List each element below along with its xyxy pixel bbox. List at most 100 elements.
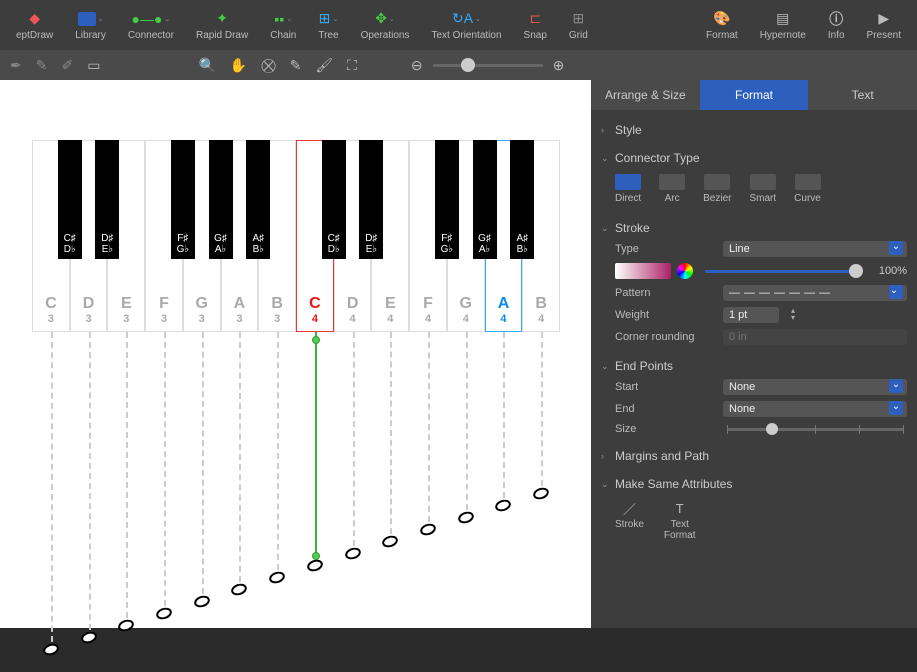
- stroke-type-select[interactable]: Line: [723, 241, 907, 257]
- section-margins-path[interactable]: ›Margins and Path: [601, 446, 907, 466]
- tab-arrange-size[interactable]: Arrange & Size: [591, 80, 700, 110]
- toolbar-snap[interactable]: ⊏Snap: [514, 6, 557, 45]
- connector-line: [428, 332, 430, 522]
- toolbar-connector[interactable]: ●—●⌄Connector: [118, 6, 184, 45]
- connector-line: [277, 332, 279, 570]
- corner-rounding-label: Corner rounding: [615, 331, 715, 343]
- toolbar-hypernote[interactable]: ▤Hypernote: [750, 6, 816, 45]
- black-key: C♯D♭: [322, 140, 346, 259]
- note-head: [192, 594, 211, 609]
- pen-tool2-icon[interactable]: ✎: [36, 57, 48, 74]
- tab-text[interactable]: Text: [808, 80, 917, 110]
- connector-line: [51, 332, 53, 642]
- selected-connector[interactable]: [315, 332, 317, 558]
- black-key: G♯A♭: [209, 140, 233, 259]
- toolbar-tree[interactable]: ⊞⌄Tree: [308, 6, 348, 45]
- panel-tabs: Arrange & Size Format Text: [591, 80, 917, 110]
- endpoint-start-label: Start: [615, 381, 715, 393]
- note-head: [381, 534, 400, 549]
- connector-type-curve[interactable]: Curve: [794, 174, 821, 204]
- pen-tool3-icon[interactable]: ✐: [61, 57, 73, 74]
- toolbar-chain[interactable]: ▪▪⌄Chain: [260, 6, 306, 45]
- stroke-pattern-label: Pattern: [615, 287, 715, 299]
- stroke-weight-input[interactable]: 1 pt▴▾: [723, 307, 779, 323]
- msa-text-format-button[interactable]: TText Format: [664, 500, 696, 541]
- stroke-type-label: Type: [615, 243, 715, 255]
- endpoint-size-slider[interactable]: [727, 428, 903, 431]
- piano-keyboard: C3D3E3F3G3A3B3C4D4E4F4G4A4B4 C♯D♭D♯E♭F♯G…: [32, 140, 560, 332]
- note-head: [306, 558, 325, 573]
- section-connector-type[interactable]: ⌄Connector Type: [601, 148, 907, 168]
- black-key: D♯E♭: [359, 140, 383, 259]
- note-head: [117, 618, 136, 633]
- stamp-icon[interactable]: ⛒: [261, 57, 275, 74]
- connector-type-direct[interactable]: Direct: [615, 174, 641, 204]
- main-toolbar: ◆eptDraw ⌄Library ●—●⌄Connector ✦Rapid D…: [0, 0, 917, 50]
- stroke-color-swatch[interactable]: [615, 263, 671, 279]
- color-wheel-icon[interactable]: [677, 263, 693, 279]
- toolbar-library[interactable]: ⌄Library: [65, 6, 116, 45]
- black-key: D♯E♭: [95, 140, 119, 259]
- canvas-area[interactable]: C3D3E3F3G3A3B3C4D4E4F4G4A4B4 C♯D♭D♯E♭F♯G…: [0, 80, 591, 628]
- endpoint-end-select[interactable]: None: [723, 401, 907, 417]
- text-format-icon: T: [670, 500, 690, 516]
- connector-type-smart[interactable]: Smart: [749, 174, 776, 204]
- black-key: A♯B♭: [246, 140, 270, 259]
- connector-line: [466, 332, 468, 510]
- crop-icon[interactable]: ⛶: [347, 57, 357, 74]
- note-head: [42, 642, 61, 657]
- eyedropper-icon[interactable]: ✎: [290, 57, 302, 74]
- toolbar-present[interactable]: ▶Present: [857, 6, 911, 45]
- toolbar-operations[interactable]: ✥⌄Operations: [351, 6, 420, 45]
- tab-format[interactable]: Format: [700, 80, 809, 110]
- toolbar-info[interactable]: ⓘInfo: [818, 6, 855, 45]
- note-head: [456, 510, 475, 525]
- connector-line: [503, 332, 505, 498]
- black-key: A♯B♭: [510, 140, 534, 259]
- handle-top[interactable]: [312, 336, 320, 344]
- section-style[interactable]: ›Style: [601, 120, 907, 140]
- zoom-out-icon[interactable]: ⊖: [411, 57, 423, 74]
- section-make-same-attributes[interactable]: ⌄Make Same Attributes: [601, 474, 907, 494]
- search-icon[interactable]: 🔍: [198, 57, 215, 74]
- zoom-in-icon[interactable]: ⊕: [553, 57, 565, 74]
- note-head: [230, 582, 249, 597]
- endpoint-start-select[interactable]: None: [723, 379, 907, 395]
- connector-type-arc[interactable]: Arc: [659, 174, 685, 204]
- pen-tool-icon[interactable]: ✒: [10, 57, 22, 74]
- toolbar-format[interactable]: 🎨Format: [696, 6, 748, 45]
- note-head: [494, 498, 513, 513]
- note-head: [155, 606, 174, 621]
- connector-type-bezier[interactable]: Bezier: [703, 174, 731, 204]
- black-key: G♯A♭: [473, 140, 497, 259]
- toolbar-grid[interactable]: ⊞Grid: [559, 6, 598, 45]
- zoom-slider[interactable]: [433, 64, 543, 67]
- section-stroke[interactable]: ⌄Stroke: [601, 218, 907, 238]
- corner-rounding-input[interactable]: 0 in: [723, 329, 907, 345]
- connector-line: [89, 332, 91, 630]
- msa-stroke-button[interactable]: ／Stroke: [615, 500, 644, 541]
- note-drop-lines: [32, 332, 560, 672]
- stroke-opacity-slider[interactable]: [705, 270, 857, 273]
- stroke-weight-label: Weight: [615, 309, 715, 321]
- endpoint-size-label: Size: [615, 423, 715, 435]
- stroke-pattern-select[interactable]: ———————: [723, 285, 907, 301]
- connector-line: [126, 332, 128, 618]
- note-head: [343, 546, 362, 561]
- hand-icon[interactable]: ✋: [230, 57, 247, 74]
- note-head: [419, 522, 438, 537]
- brush-icon[interactable]: 🖌: [315, 57, 333, 74]
- connector-line: [390, 332, 392, 534]
- toolbar-conceptdraw[interactable]: ◆eptDraw: [6, 6, 63, 45]
- tool-subbar: ✒ ✎ ✐ ▭ 🔍 ✋ ⛒ ✎ 🖌 ⛶ ⊖ ⊕: [0, 50, 917, 80]
- toolbar-rapid-draw[interactable]: ✦Rapid Draw: [186, 6, 258, 45]
- black-key: C♯D♭: [58, 140, 82, 259]
- section-end-points[interactable]: ⌄End Points: [601, 356, 907, 376]
- stroke-opacity-value: 100%: [869, 265, 907, 277]
- connector-line: [164, 332, 166, 606]
- format-panel: Arrange & Size Format Text ›Style ⌄Conne…: [591, 80, 917, 628]
- stroke-icon: ／: [619, 500, 639, 516]
- rect-tool-icon[interactable]: ▭: [87, 57, 100, 74]
- note-head: [268, 570, 287, 585]
- toolbar-text-orientation[interactable]: ↻A⌄Text Orientation: [421, 6, 511, 45]
